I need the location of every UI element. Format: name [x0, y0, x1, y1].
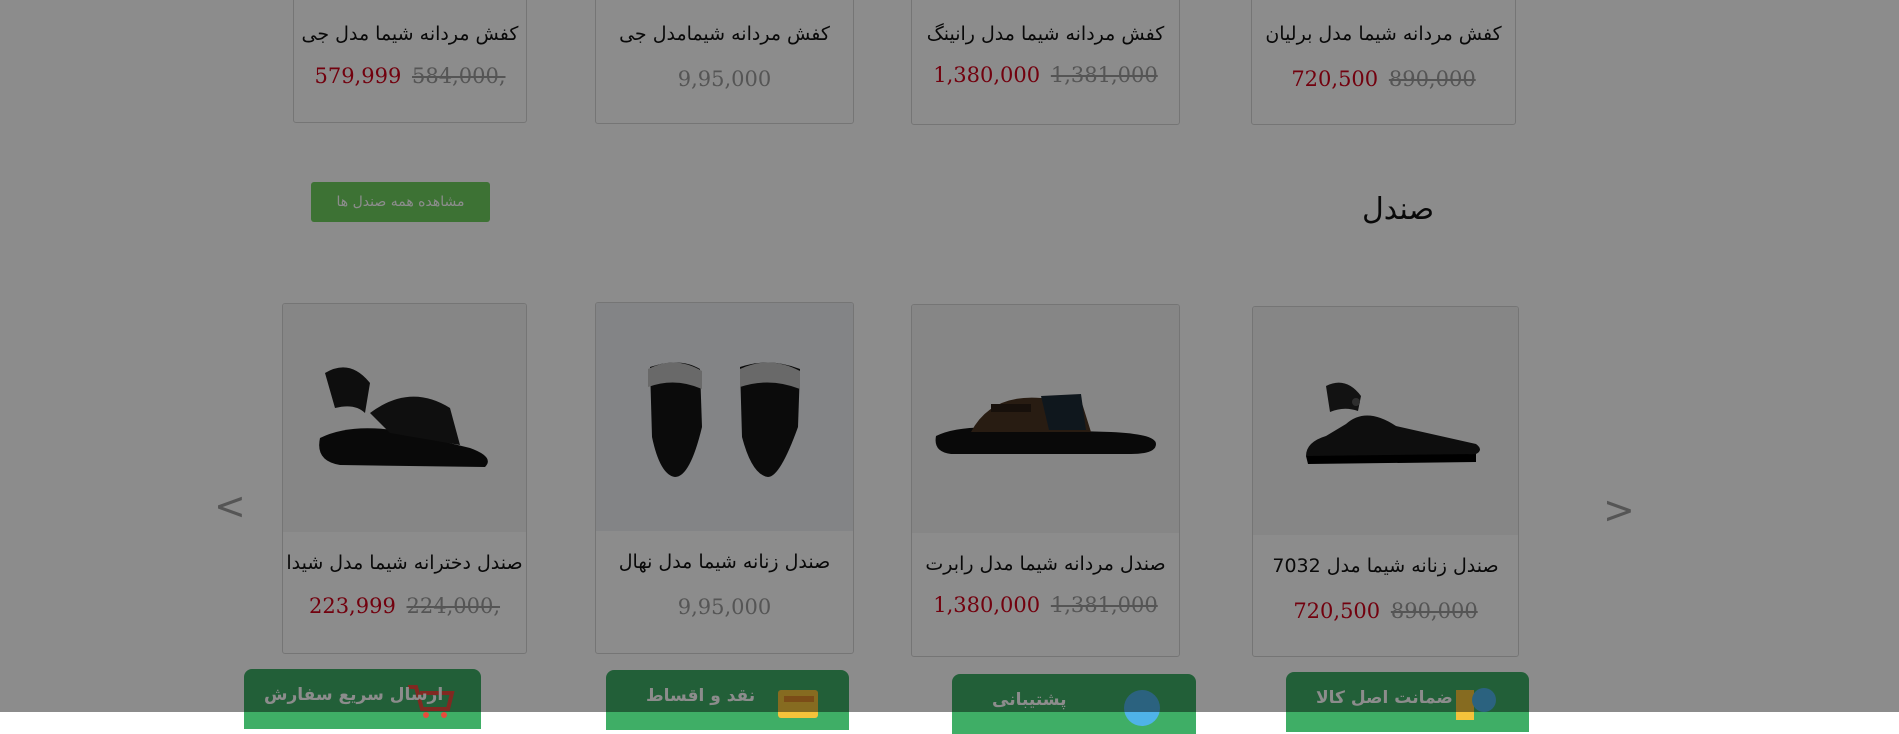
feature-fast-delivery: ارسال سریع سفارش — [244, 669, 481, 729]
feature-label: ارسال سریع سفارش — [264, 685, 444, 705]
product-price: 223,999 224,000, — [283, 594, 526, 618]
price-new: 579,999 — [314, 64, 402, 88]
product-name[interactable]: کفش مردانه شیمامدل جی — [596, 23, 853, 45]
product-name[interactable]: کفش مردانه شیما مدل جی — [294, 23, 526, 45]
feature-cash-installment: نقد و اقساط — [606, 670, 849, 730]
product-name[interactable]: صندل زنانه شیما مدل نهال — [596, 551, 853, 573]
product-price: 579,999 584,000, — [294, 64, 526, 88]
price-only: 9,95,000 — [677, 67, 772, 91]
price-only: 9,95,000 — [677, 595, 772, 619]
price-new: 720,500 — [1293, 599, 1381, 623]
price-new: 720,500 — [1291, 67, 1379, 91]
product-name[interactable]: کفش مردانه شیما مدل برلیان — [1252, 23, 1515, 45]
product-name[interactable]: صندل دخترانه شیما مدل شیدا — [283, 552, 526, 574]
price-old: 890,000 — [1390, 599, 1478, 623]
price-new: 223,999 — [308, 594, 396, 618]
product-image[interactable] — [912, 305, 1179, 533]
section-title: صندل — [1362, 192, 1435, 227]
price-new: 1,380,000 — [933, 63, 1041, 87]
product-card[interactable]: کفش مردانه شیما مدل رانینگ 1,380,000 1,3… — [911, 0, 1180, 125]
black-ankle-strap-sandal-image — [1305, 382, 1480, 464]
product-card[interactable]: کفش مردانه شیمامدل جی 9,95,000 — [595, 0, 854, 124]
support-icon — [1120, 686, 1164, 730]
product-card[interactable]: صندل دخترانه شیما مدل شیدا 223,999 224,0… — [282, 303, 527, 654]
price-new: 1,380,000 — [933, 593, 1041, 617]
product-image[interactable] — [596, 303, 853, 531]
price-old: 890,000 — [1388, 67, 1476, 91]
product-image[interactable] — [283, 304, 526, 532]
product-price: 9,95,000 — [596, 595, 853, 619]
black-pointed-mules-image — [647, 362, 800, 477]
product-card[interactable]: صندل مردانه شیما مدل رابرت 1,380,000 1,3… — [911, 304, 1180, 657]
product-price: 720,500 890,000 — [1252, 67, 1515, 91]
product-image[interactable] — [1253, 307, 1518, 535]
price-old: 584,000, — [412, 64, 506, 88]
prev-arrow[interactable]: < — [214, 484, 246, 528]
black-girls-sandal-image — [318, 367, 488, 467]
price-old: 224,000, — [406, 594, 501, 618]
product-name[interactable]: صندل زنانه شیما مدل 7032 — [1253, 555, 1518, 577]
product-name[interactable]: صندل مردانه شیما مدل رابرت — [912, 553, 1179, 575]
badge-icon — [1454, 684, 1498, 728]
feature-label: پشتیبانی — [992, 690, 1067, 710]
price-old: 1,381,000 — [1050, 63, 1158, 87]
brown-mens-sandal-image — [935, 394, 1156, 454]
feature-label: نقد و اقساط — [646, 686, 756, 706]
product-card[interactable]: کفش مردانه شیما مدل برلیان 720,500 890,0… — [1251, 0, 1516, 125]
view-all-sandals-button[interactable]: مشاهده همه صندل ها — [311, 182, 490, 222]
product-card[interactable]: کفش مردانه شیما مدل جی 579,999 584,000, — [293, 0, 527, 123]
product-price: 1,380,000 1,381,000 — [912, 593, 1179, 617]
product-price: 9,95,000 — [596, 67, 853, 91]
product-card[interactable]: صندل زنانه شیما مدل 7032 720,500 890,000 — [1252, 306, 1519, 657]
feature-label: ضمانت اصل کالا — [1316, 688, 1453, 708]
next-arrow[interactable]: > — [1603, 488, 1635, 532]
price-old: 1,381,000 — [1050, 593, 1158, 617]
product-name[interactable]: کفش مردانه شیما مدل رانینگ — [912, 23, 1179, 45]
product-price: 1,380,000 1,381,000 — [912, 63, 1179, 87]
product-price: 720,500 890,000 — [1253, 599, 1518, 623]
product-card[interactable]: صندل زنانه شیما مدل نهال 9,95,000 — [595, 302, 854, 654]
wallet-icon — [776, 682, 824, 726]
feature-original-guarantee: ضمانت اصل کالا — [1286, 672, 1529, 732]
feature-support: پشتیبانی — [952, 674, 1196, 734]
